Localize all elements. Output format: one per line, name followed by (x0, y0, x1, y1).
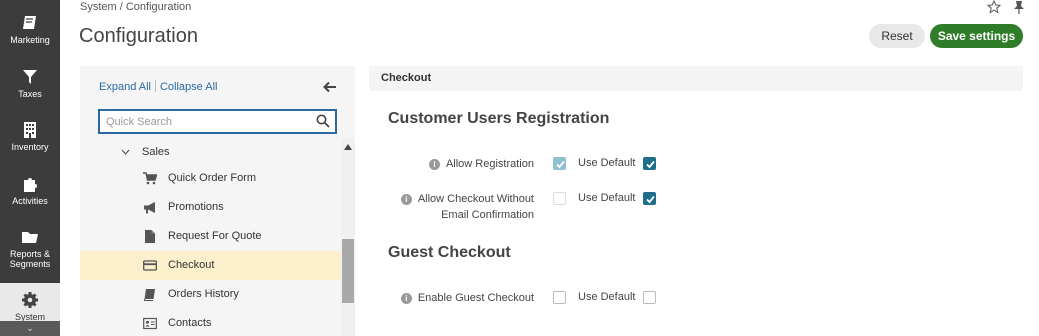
tree-item[interactable]: Request For Quote (80, 222, 341, 251)
allow-checkout-use-default-checkbox[interactable] (643, 192, 656, 205)
funnel-icon (23, 70, 37, 84)
check-icon (556, 160, 565, 169)
tree-item-selected[interactable]: Checkout (80, 251, 341, 280)
nav-item-taxes[interactable]: Taxes (0, 62, 60, 106)
use-default-label: Use Default (578, 192, 636, 204)
nav-item-inventory[interactable]: Inventory (0, 115, 60, 159)
book-icon (144, 289, 155, 301)
nav-item-activities[interactable]: Activities (0, 169, 60, 213)
nav-scroll-down[interactable]: ⌄ (0, 321, 60, 336)
tree-item[interactable]: Orders History (80, 280, 341, 309)
save-settings-button[interactable]: Save settings (930, 24, 1023, 48)
field-label-allow-registration: i Allow Registration (428, 156, 534, 172)
reset-button[interactable]: Reset (869, 24, 925, 48)
search-icon[interactable] (316, 114, 330, 128)
group-title-guest-checkout: Guest Checkout (388, 244, 511, 261)
breadcrumb: System / Configuration (80, 1, 192, 13)
page-actions (986, 0, 1029, 14)
tree-item-sales[interactable]: Sales (80, 138, 341, 167)
scroll-up-arrow-icon[interactable] (344, 144, 352, 150)
tree-item[interactable]: Promotions (80, 193, 341, 222)
tree-list: Sales Quick Order Form Promotions Reques… (80, 138, 341, 336)
page-title: Configuration (79, 25, 198, 47)
check-icon (646, 195, 655, 204)
divider (154, 80, 156, 92)
allow-registration-checkbox[interactable] (553, 157, 566, 170)
folder-icon (22, 232, 38, 243)
check-icon (646, 160, 655, 169)
allow-checkout-without-email-confirmation-checkbox[interactable] (553, 192, 566, 205)
use-default-label: Use Default (578, 291, 636, 303)
nav-item-marketing[interactable]: Marketing (0, 8, 60, 52)
arrow-left-icon[interactable] (323, 80, 337, 94)
use-default-label: Use Default (578, 157, 636, 169)
gear-icon (22, 292, 38, 308)
contact-card-icon (143, 317, 157, 330)
star-icon[interactable] (986, 0, 1003, 14)
tree-scrollbar[interactable] (341, 138, 355, 336)
tree-item[interactable]: Quick Order Form (80, 164, 341, 193)
book-icon (23, 16, 36, 29)
nav-item-reports-segments[interactable]: Reports & Segments (0, 222, 60, 274)
quick-search (98, 109, 337, 134)
enable-guest-checkout-use-default-checkbox[interactable] (643, 291, 656, 304)
field-label-allow-checkout-without-email-confirmation: i Allow Checkout Without Email Confirmati… (400, 191, 534, 223)
chevron-down-icon: ⌄ (26, 323, 34, 333)
tree-links: Expand All Collapse All (99, 80, 217, 93)
document-icon (145, 230, 155, 243)
cart-icon (143, 172, 157, 185)
chevron-down-icon (121, 149, 130, 155)
main-nav: Marketing Taxes Inventory Activities Rep… (0, 0, 60, 336)
tree-item[interactable]: Contacts (80, 309, 341, 336)
megaphone-icon (144, 202, 155, 214)
group-title-customer-users-registration: Customer Users Registration (388, 110, 610, 127)
expand-all-link[interactable]: Expand All (99, 81, 151, 93)
info-icon[interactable]: i (400, 293, 412, 304)
credit-card-icon (143, 260, 157, 271)
allow-registration-use-default-checkbox[interactable] (643, 157, 656, 170)
pin-icon[interactable] (1013, 0, 1029, 14)
building-icon (24, 122, 36, 138)
info-icon[interactable]: i (428, 159, 440, 170)
config-tree-panel: Expand All Collapse All Sales Quick Order… (80, 66, 355, 336)
puzzle-icon (24, 178, 37, 192)
scrollbar-thumb[interactable] (342, 239, 354, 303)
section-header: Checkout (369, 66, 1023, 91)
field-label-enable-guest-checkout: i Enable Guest Checkout (400, 290, 534, 306)
info-icon[interactable]: i (400, 194, 412, 205)
enable-guest-checkout-checkbox[interactable] (553, 291, 566, 304)
collapse-all-link[interactable]: Collapse All (160, 81, 217, 93)
search-input[interactable] (100, 111, 305, 132)
